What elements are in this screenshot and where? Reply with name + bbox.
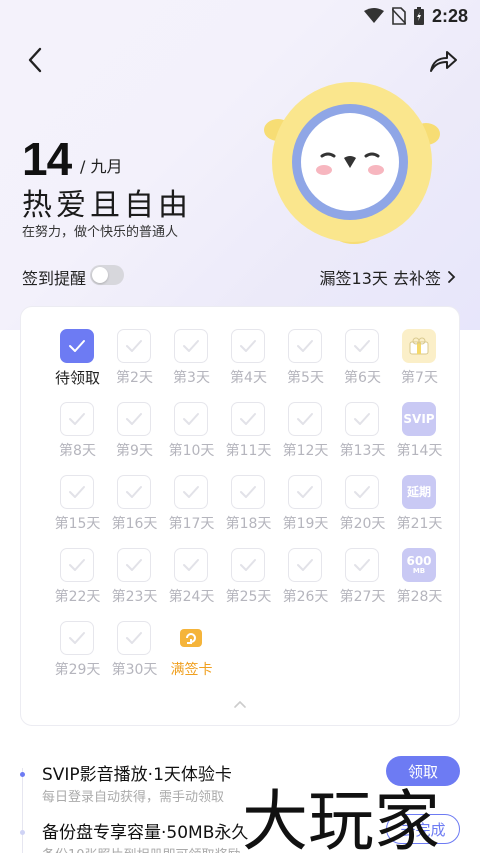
checkbox-icon [60,548,94,582]
checkbox-icon [60,475,94,509]
checkbox-icon [117,329,151,363]
calendar-day[interactable]: 第7天 [391,329,448,399]
back-chevron-left-icon[interactable] [24,46,48,74]
checkbox-icon [60,621,94,655]
reward-badge: SVIP [402,402,436,436]
calendar-day[interactable]: 第12天 [277,402,334,472]
checkbox-icon [117,402,151,436]
calendar-day-label: 第28天 [396,589,443,605]
checkbox-icon [231,402,265,436]
sign-reminder-toggle[interactable] [90,265,124,285]
calendar-day[interactable]: 满签卡 [163,621,220,691]
watermark-logo: 大玩家 [238,778,480,853]
checkbox-icon [345,475,379,509]
reward-badge-text: 600 [406,554,432,568]
calendar-day[interactable]: 第6天 [334,329,391,399]
no-sim-icon [391,7,406,25]
checkbox-icon [117,475,151,509]
checkbox-icon [117,548,151,582]
checkin-calendar-card: 待领取 第2天 第3天 第4天 第5天 第6天 第7天 第8天 第9天 第10天 第11天 第12天第… [20,306,460,726]
checkbox-icon [60,402,94,436]
mascot-illustration [262,78,442,248]
calendar-day[interactable]: 待领取 [49,329,106,399]
hero-subline: 在努力，做个快乐的普通人 [22,225,179,240]
makeup-sign-link[interactable]: 漏签13天 去补签 [320,265,456,289]
calendar-day-label: 第14天 [396,443,443,459]
reward-badge-text: 延期 [406,485,431,499]
calendar-day[interactable]: 第25天 [220,548,277,618]
reward-badge-unit: MB [412,567,426,575]
timeline-dot [20,772,25,777]
reward-badge-text: SVIP [403,412,435,426]
checkbox-icon [174,475,208,509]
task-desc: 每日登录自动获得，需手动领取 [42,790,225,805]
calendar-day[interactable]: 第15天 [49,475,106,545]
checkbox-icon [288,329,322,363]
calendar-day[interactable]: 第17天 [163,475,220,545]
checkbox-icon [174,402,208,436]
share-arrow-icon[interactable] [428,48,458,74]
checkbox-icon [117,621,151,655]
reward-badge: 延期 [402,475,436,509]
checkbox-icon [174,329,208,363]
checkbox-icon [345,329,379,363]
calendar-day[interactable]: 第19天 [277,475,334,545]
task-title: SVIP影音播放·1天体验卡 [42,765,232,785]
checkbox-icon [231,548,265,582]
checkbox-icon [231,329,265,363]
calendar-day[interactable]: 第2天 [106,329,163,399]
chevron-right-icon [448,271,456,283]
timeline-dot [20,830,25,835]
calendar-day[interactable]: 第11天 [220,402,277,472]
calendar-day[interactable]: 第16天 [106,475,163,545]
wifi-icon [363,8,384,24]
task-title: 备份盘专享容量·50MB永久 [42,823,249,843]
calendar-day[interactable]: 延期第21天 [391,475,448,545]
date-day: 14 [22,133,72,185]
checkbox-checked-icon [60,329,94,363]
calendar-day[interactable]: 第13天 [334,402,391,472]
calendar-day[interactable]: SVIP 第14天 [391,402,448,472]
calendar-day[interactable]: 第9天 [106,402,163,472]
calendar-day[interactable]: 第29天 [49,621,106,691]
calendar-day-label: 第21天 [396,516,443,532]
calendar-day[interactable]: 第23天 [106,548,163,618]
calendar-day[interactable]: 第30天 [106,621,163,691]
reward-badge: 600 MB [402,548,436,582]
gift-box-icon [402,329,436,363]
calendar-day[interactable]: 第26天 [277,548,334,618]
calendar-day[interactable]: 第24天 [163,548,220,618]
status-bar: 2:28 [0,0,480,32]
calendar-day[interactable]: 600 MB 第28天 [391,548,448,618]
collapse-chevron-up-icon[interactable] [231,695,249,708]
checkbox-icon [288,402,322,436]
hero-headline: 热爱且自由 [22,188,192,223]
calendar-day[interactable]: 第27天 [334,548,391,618]
svg-text:大玩家: 大玩家 [242,783,440,853]
calendar-day[interactable]: 第10天 [163,402,220,472]
calendar-day[interactable]: 第20天 [334,475,391,545]
checkbox-icon [345,402,379,436]
calendar-day[interactable]: 第5天 [277,329,334,399]
calendar-day-label: 第7天 [401,370,438,386]
checkbox-icon [231,475,265,509]
toggle-knob [92,267,108,283]
battery-icon [413,7,424,25]
calendar-day[interactable]: 第22天 [49,548,106,618]
checkbox-icon [288,475,322,509]
checkbox-icon [174,548,208,582]
task-desc: 备份10张照片到相册即可领取奖励 [42,844,241,853]
date-month: / 九月 [80,157,123,176]
calendar-day[interactable]: 第18天 [220,475,277,545]
checkbox-icon [345,548,379,582]
checkbox-icon [288,548,322,582]
calendar-day[interactable]: 第4天 [220,329,277,399]
calendar-day-label: 满签卡 [170,662,213,678]
calendar-day[interactable]: 第8天 [49,402,106,472]
clock: 2:28 [431,5,468,26]
calendar-day[interactable]: 第3天 [163,329,220,399]
sign-reminder-label: 签到提醒 [22,269,87,288]
full-sign-card-icon [174,621,208,655]
makeup-sign-text: 漏签13天 去补签 [319,269,441,288]
